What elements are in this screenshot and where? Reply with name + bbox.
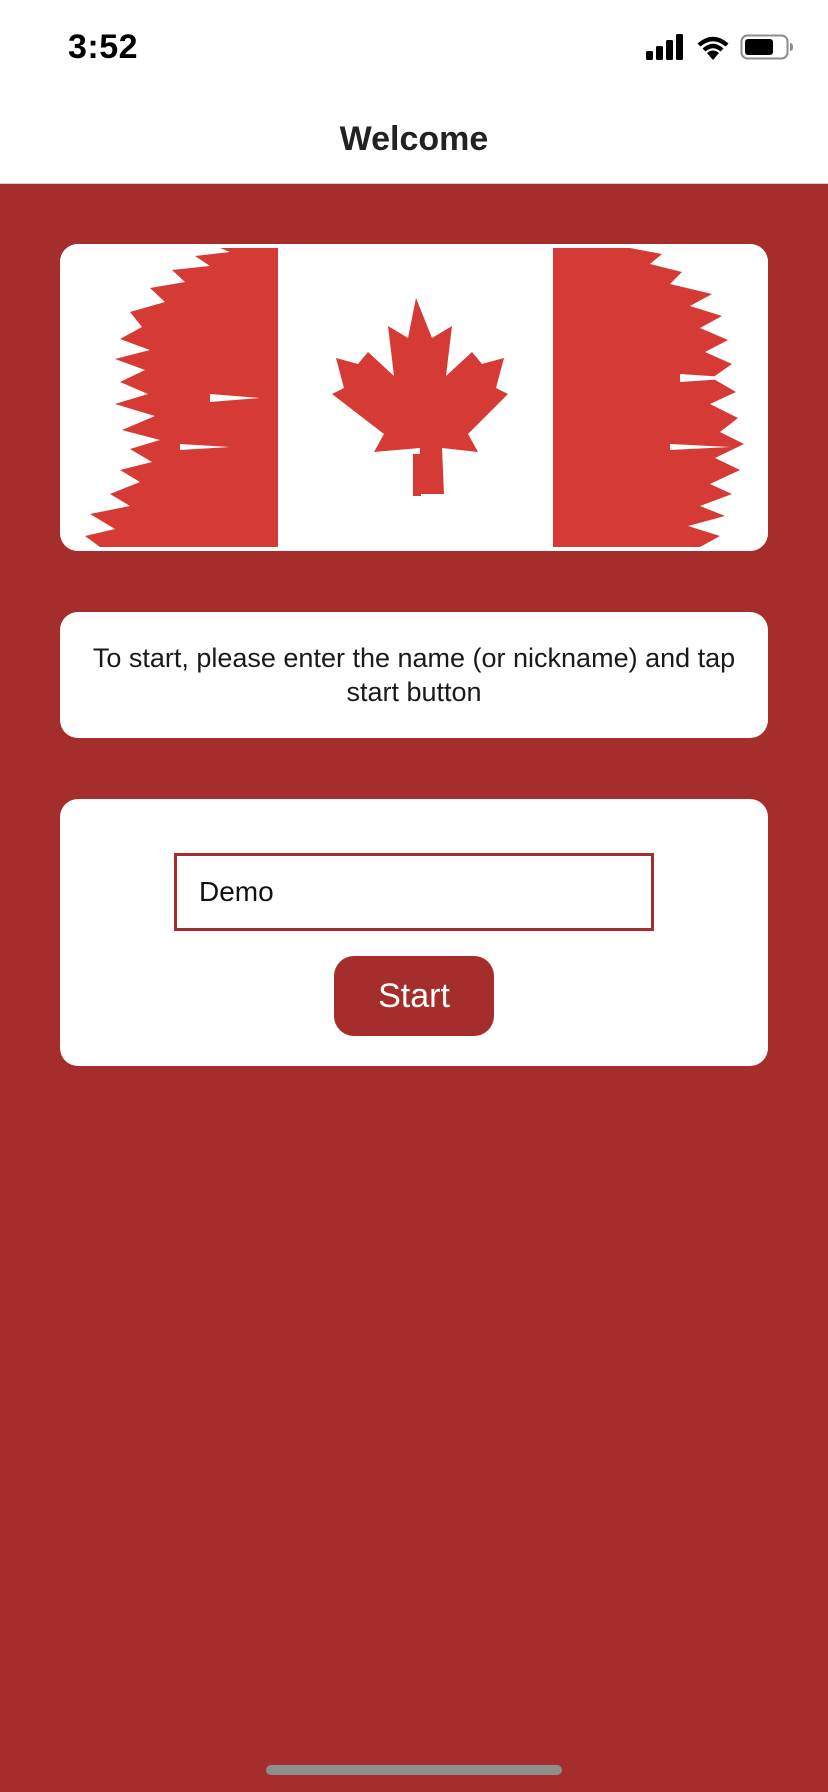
canada-flag-image xyxy=(60,244,768,551)
cellular-signal-icon xyxy=(646,33,686,65)
status-time: 3:52 xyxy=(68,28,139,66)
home-indicator[interactable] xyxy=(266,1765,562,1775)
navigation-bar: Welcome xyxy=(0,92,828,184)
status-icons xyxy=(646,33,794,65)
instruction-card: To start, please enter the name (or nick… xyxy=(60,612,768,738)
start-button[interactable]: Start xyxy=(334,956,494,1036)
instruction-text: To start, please enter the name (or nick… xyxy=(92,643,736,707)
status-bar: 3:52 xyxy=(0,0,828,92)
wifi-icon xyxy=(696,34,730,65)
name-form-card: Start xyxy=(60,799,768,1066)
flag-image-card xyxy=(60,244,768,551)
name-input[interactable] xyxy=(174,853,654,931)
page-title: Welcome xyxy=(339,120,489,158)
battery-icon xyxy=(740,34,794,65)
